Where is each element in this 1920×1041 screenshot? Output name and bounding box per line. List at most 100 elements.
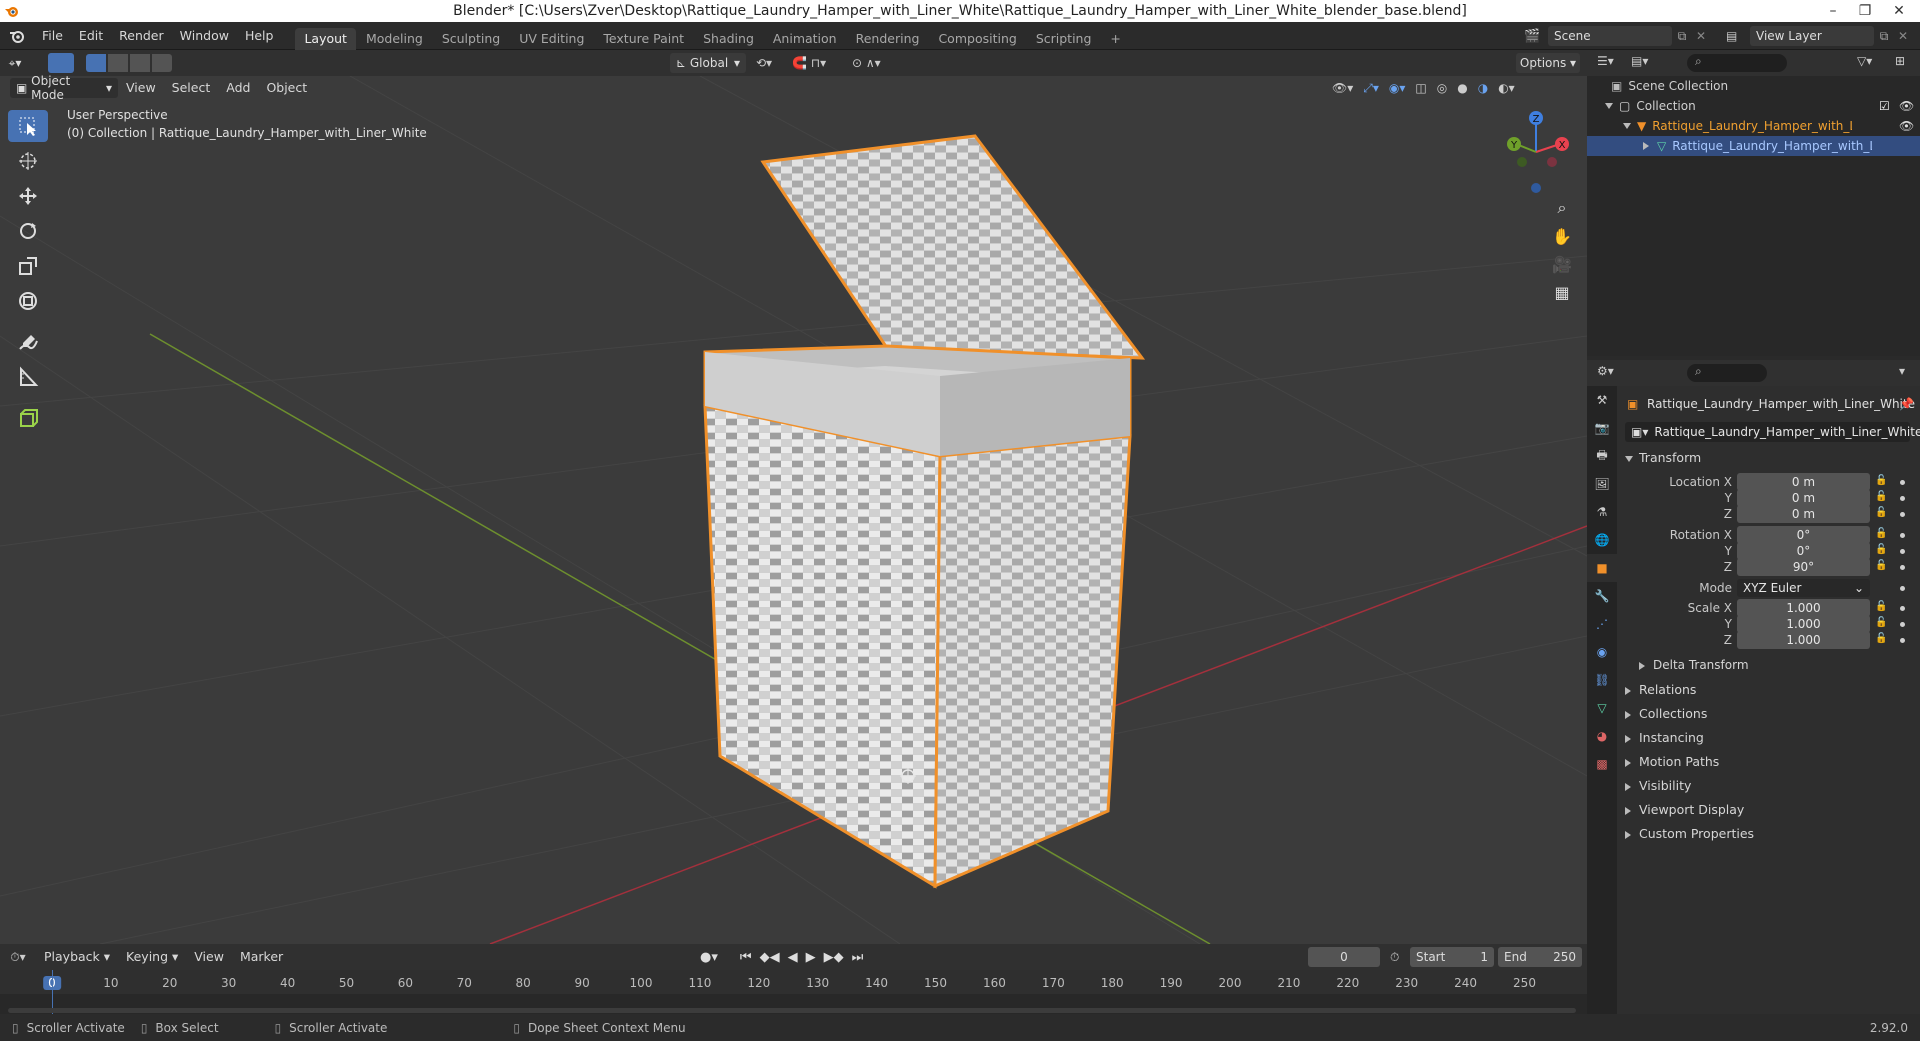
mesh-data-tab-icon[interactable]: ▽ xyxy=(1587,694,1617,722)
restore-button[interactable]: ❐ xyxy=(1850,0,1880,22)
output-tab-icon[interactable]: 🖶 xyxy=(1587,442,1617,470)
view-layer-tab-icon[interactable]: 🖼 xyxy=(1587,470,1617,498)
tab-shading[interactable]: Shading xyxy=(694,28,763,50)
zoom-icon[interactable]: ⌕ xyxy=(1548,194,1576,222)
keyframe-dot[interactable] xyxy=(1900,511,1905,517)
world-tab-icon[interactable]: 🌐 xyxy=(1587,526,1617,554)
properties-search-input[interactable]: ⌕ xyxy=(1687,364,1767,382)
tab-compositing[interactable]: Compositing xyxy=(929,28,1025,50)
add-cube-tool-icon[interactable] xyxy=(8,402,48,434)
ortho-grid-icon[interactable]: ▦ xyxy=(1548,278,1576,306)
outliner-row-scene-collection[interactable]: ▣ Scene Collection xyxy=(1587,76,1920,96)
play-icon[interactable]: ▶ xyxy=(806,950,816,965)
frame-ruler[interactable]: 0102030405060708090100110120130140150160… xyxy=(0,970,1587,994)
timeline-scrollbar[interactable] xyxy=(8,1008,1576,1013)
new-collection-icon[interactable]: ⊞ xyxy=(1895,54,1905,68)
scene-tab-icon[interactable]: ⚗ xyxy=(1587,498,1617,526)
subtract-selection-icon[interactable] xyxy=(130,54,150,72)
vp-menu-object[interactable]: Object xyxy=(258,76,315,100)
expand-icon[interactable] xyxy=(1623,123,1631,129)
jump-end-icon[interactable]: ⏭ xyxy=(852,950,864,965)
tool-tab-icon[interactable]: ⚒ xyxy=(1587,386,1617,414)
editor-type-icon[interactable]: ⌖▾ xyxy=(0,56,30,71)
particles-tab-icon[interactable]: ⋰ xyxy=(1587,610,1617,638)
location-z-field[interactable]: 0 m xyxy=(1737,505,1870,523)
end-frame-field[interactable]: End 250 xyxy=(1498,947,1582,967)
lock-icon[interactable]: 🔓 xyxy=(1875,601,1889,615)
new-scene-icon[interactable]: ⧉ xyxy=(1672,29,1692,44)
pan-hand-icon[interactable]: ✋ xyxy=(1548,222,1576,250)
scene-selector-icon[interactable]: 🎬 xyxy=(1524,29,1548,44)
keyframe-dot[interactable] xyxy=(1900,548,1905,554)
vp-menu-select[interactable]: Select xyxy=(164,76,219,100)
view-layer-icon[interactable]: ▤ xyxy=(1726,29,1750,43)
blender-menu-icon[interactable] xyxy=(0,22,34,50)
keyframe-dot[interactable] xyxy=(1900,637,1905,643)
outliner-row-object[interactable]: ▼ Rattique_Laundry_Hamper_with_Liner_W 👁 xyxy=(1587,116,1920,136)
keyframe-dot[interactable] xyxy=(1900,585,1905,591)
intersect-selection-icon[interactable] xyxy=(152,54,172,72)
select-box-tool-icon[interactable] xyxy=(8,110,48,142)
rotation-z-field[interactable]: 90° xyxy=(1737,558,1870,576)
visibility-icon[interactable]: 👁▾ xyxy=(1332,81,1353,96)
visibility-panel[interactable]: Visibility xyxy=(1625,778,1691,793)
expand-icon[interactable] xyxy=(1643,142,1649,150)
wireframe-shading-icon[interactable]: ◎ xyxy=(1437,81,1447,96)
filter-icon[interactable]: ▽▾ xyxy=(1857,54,1872,68)
display-mode-icon[interactable]: ▤▾ xyxy=(1631,54,1648,68)
camera-view-icon[interactable]: 🎥 xyxy=(1548,250,1576,278)
transform-panel-header[interactable]: Transform xyxy=(1625,450,1701,465)
solid-shading-icon[interactable]: ● xyxy=(1457,81,1467,96)
viewport-display-panel[interactable]: Viewport Display xyxy=(1625,802,1744,817)
render-tab-icon[interactable]: 📷 xyxy=(1587,414,1617,442)
keyframe-dot[interactable] xyxy=(1900,479,1905,485)
relations-panel[interactable]: Relations xyxy=(1625,682,1696,697)
rendered-shading-icon[interactable]: ◐▾ xyxy=(1498,81,1515,96)
current-frame-field[interactable]: 0 xyxy=(1308,947,1380,967)
navigation-gizmo[interactable]: Z X Y xyxy=(1500,104,1580,194)
properties-options-icon[interactable]: ▾ xyxy=(1899,364,1905,378)
menu-window[interactable]: Window xyxy=(172,22,237,50)
timeline-editor-icon[interactable]: ⏱▾ xyxy=(0,950,36,965)
vp-menu-add[interactable]: Add xyxy=(218,76,258,100)
tab-sculpting[interactable]: Sculpting xyxy=(433,28,509,50)
timeline[interactable]: 0102030405060708090100110120130140150160… xyxy=(0,970,1587,1014)
view-layer-field[interactable]: View Layer xyxy=(1750,26,1874,46)
outliner-editor-icon[interactable]: ☰▾ xyxy=(1597,54,1614,68)
gizmo-toggle-icon[interactable]: ⤢▾ xyxy=(1363,81,1379,96)
delta-transform-panel[interactable]: Delta Transform xyxy=(1639,658,1749,672)
keyframe-dot[interactable] xyxy=(1900,605,1905,611)
close-window-button[interactable]: ✕ xyxy=(1884,0,1914,22)
tab-scripting[interactable]: Scripting xyxy=(1027,28,1101,50)
vp-menu-view[interactable]: View xyxy=(118,76,164,100)
tab-rendering[interactable]: Rendering xyxy=(847,28,929,50)
tl-menu-view[interactable]: View xyxy=(186,944,232,970)
visibility-eye-icon[interactable]: 👁 xyxy=(1899,99,1914,113)
material-tab-icon[interactable]: ◕ xyxy=(1587,722,1617,750)
auto-key-icon[interactable]: ●▾ xyxy=(700,950,718,965)
tab-modeling[interactable]: Modeling xyxy=(357,28,432,50)
object-datablock-field[interactable]: ▣▾ Rattique_Laundry_Hamper_with_Liner_Wh… xyxy=(1625,422,1920,442)
transform-tool-icon[interactable] xyxy=(8,285,48,317)
3d-viewport[interactable]: User Perspective (0) Collection | Rattiq… xyxy=(0,76,1587,944)
motion-paths-panel[interactable]: Motion Paths xyxy=(1625,754,1719,769)
add-workspace-button[interactable]: + xyxy=(1101,28,1129,50)
modifier-tab-icon[interactable]: 🔧 xyxy=(1587,582,1617,610)
delete-scene-icon[interactable]: ✕ xyxy=(1692,29,1710,43)
keyframe-dot[interactable] xyxy=(1900,564,1905,570)
keyframe-dot[interactable] xyxy=(1900,532,1905,538)
jump-keyframe-back-icon[interactable]: ◆◀ xyxy=(760,950,780,965)
lock-icon[interactable]: 🔓 xyxy=(1875,475,1889,489)
overlay-toggle-icon[interactable]: ◉▾ xyxy=(1389,81,1406,96)
new-view-layer-icon[interactable]: ⧉ xyxy=(1874,29,1894,44)
outliner-row-collection[interactable]: ▢ Collection ☑ 👁 xyxy=(1587,96,1920,116)
lock-icon[interactable]: 🔓 xyxy=(1875,560,1889,574)
stopwatch-icon[interactable]: ⏱ xyxy=(1390,950,1399,965)
lock-icon[interactable]: 🔓 xyxy=(1875,491,1889,505)
material-shading-icon[interactable]: ◑ xyxy=(1478,81,1488,96)
mode-dropdown[interactable]: ▣ Object Mode ▾ xyxy=(10,74,118,102)
scale-tool-icon[interactable] xyxy=(8,250,48,282)
start-frame-field[interactable]: Start 1 xyxy=(1410,947,1494,967)
pin-icon[interactable]: 📌 xyxy=(1899,397,1914,411)
annotate-tool-icon[interactable] xyxy=(8,326,48,358)
